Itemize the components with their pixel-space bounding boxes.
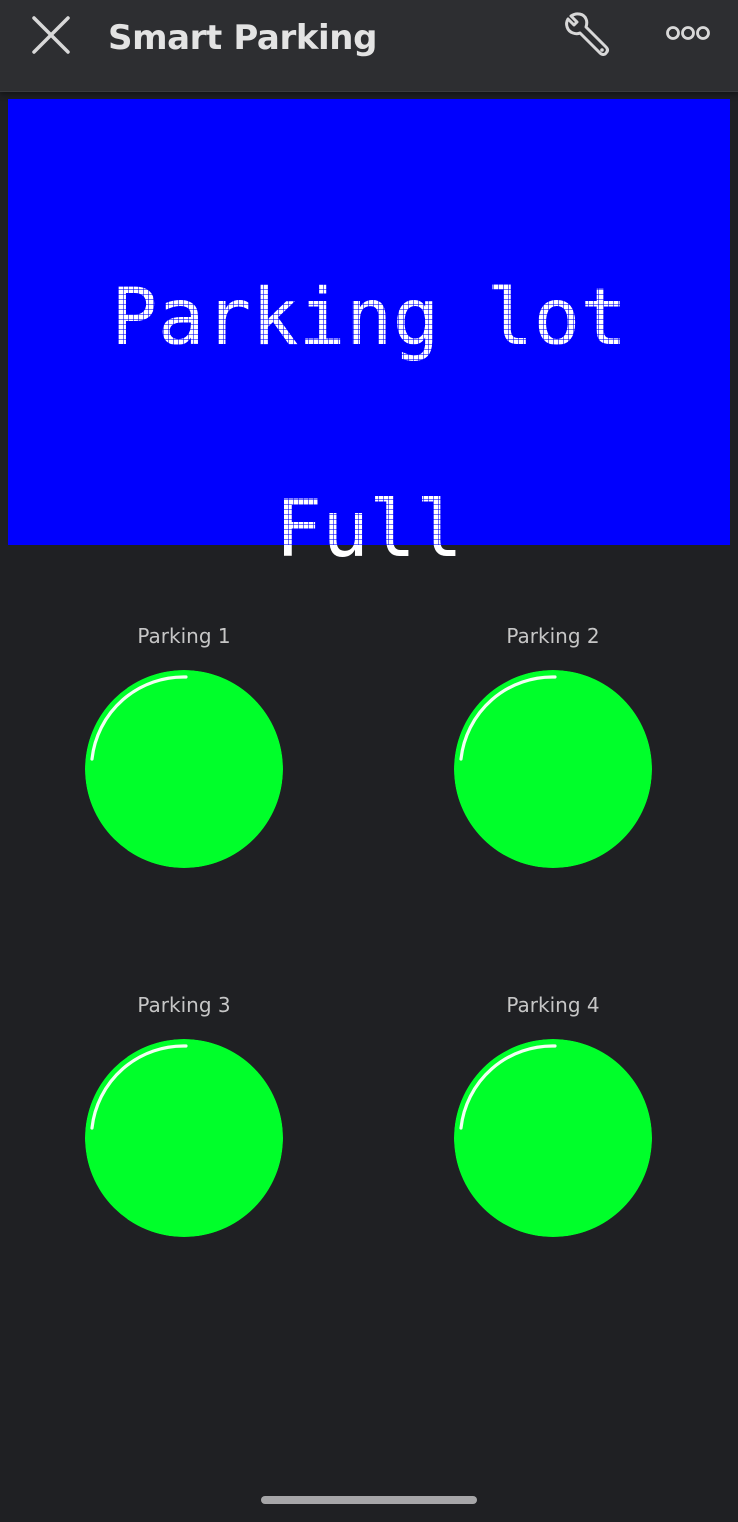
settings-button[interactable] — [558, 8, 614, 64]
led-widget-parking-1: Parking 1 — [54, 622, 314, 892]
led-label: Parking 3 — [137, 993, 231, 1017]
home-indicator[interactable] — [261, 1496, 477, 1504]
led-fill — [85, 1039, 283, 1237]
led-label: Parking 1 — [137, 624, 231, 648]
led-indicator[interactable] — [454, 1039, 652, 1237]
led-indicator[interactable] — [85, 670, 283, 868]
lcd-display: Parking lot Full — [8, 99, 730, 575]
led-widget-parking-3: Parking 3 — [54, 991, 314, 1261]
more-button[interactable] — [660, 16, 716, 52]
wrench-icon — [565, 12, 609, 56]
led-label: Parking 2 — [506, 624, 600, 648]
led-widget-parking-2: Parking 2 — [423, 622, 683, 892]
lcd-line-1: Parking lot — [110, 273, 628, 363]
app-bar: Smart Parking — [0, 0, 738, 92]
led-fill — [454, 670, 652, 868]
led-label: Parking 4 — [506, 993, 600, 1017]
led-indicator[interactable] — [454, 670, 652, 868]
app-title: Smart Parking — [108, 18, 378, 58]
close-icon — [32, 16, 70, 54]
more-horizontal-icon — [666, 26, 710, 40]
led-indicator[interactable] — [85, 1039, 283, 1237]
close-button[interactable] — [24, 10, 78, 64]
led-fill — [85, 670, 283, 868]
led-widget-parking-4: Parking 4 — [423, 991, 683, 1261]
led-fill — [454, 1039, 652, 1237]
lcd-line-2: Full — [275, 485, 463, 575]
